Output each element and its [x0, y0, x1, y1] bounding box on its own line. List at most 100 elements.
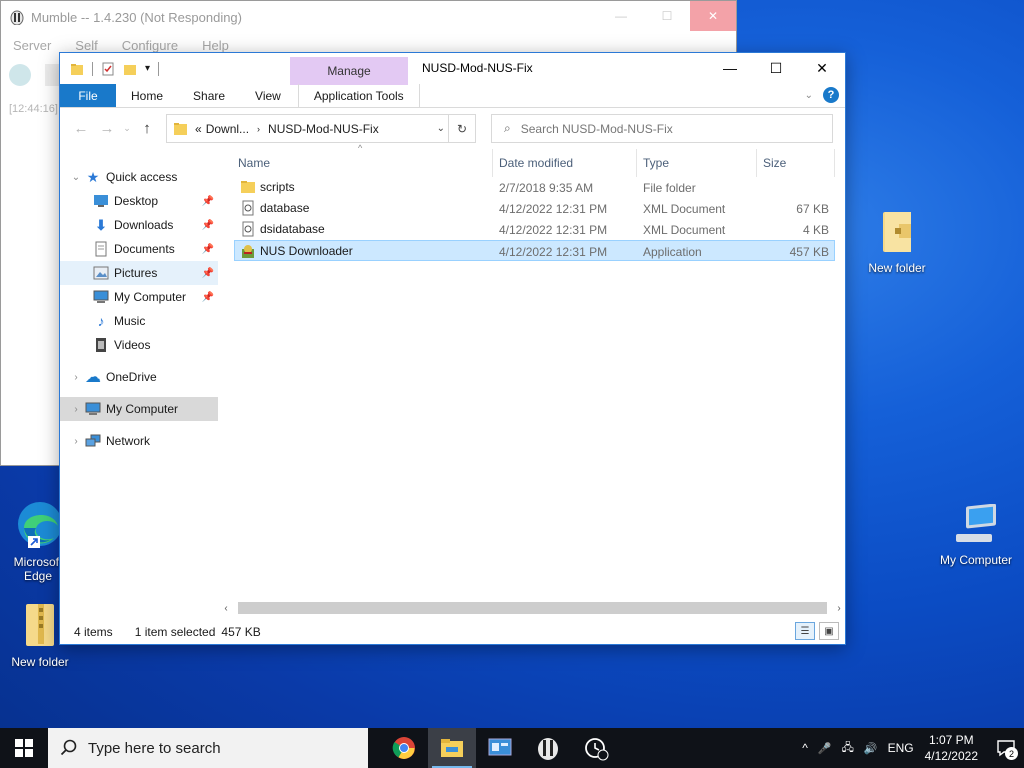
nav-documents[interactable]: Documents 📌	[60, 237, 218, 261]
close-button[interactable]: ✕	[690, 1, 736, 31]
expand-chevron-icon[interactable]: ›	[68, 372, 84, 383]
tab-share[interactable]: Share	[178, 84, 240, 107]
horizontal-scrollbar[interactable]: ‹ ›	[220, 600, 845, 616]
menu-server[interactable]: Server	[1, 38, 63, 53]
scroll-right-icon[interactable]: ›	[833, 603, 845, 614]
clock[interactable]: 1:07 PM 4/12/2022	[925, 732, 978, 764]
taskbar-file-explorer[interactable]	[428, 728, 476, 768]
taskbar-search[interactable]: Type here to search	[48, 728, 368, 768]
taskbar-alarms-clock[interactable]	[572, 728, 620, 768]
forward-icon[interactable]: →	[94, 120, 120, 137]
desktop-icon-my-computer[interactable]: My Computer	[936, 503, 1016, 567]
taskbar-apps	[380, 728, 620, 768]
language-indicator[interactable]: ENG	[888, 741, 914, 755]
nav-downloads[interactable]: ⬇ Downloads 📌	[60, 213, 218, 237]
nav-my-computer[interactable]: My Computer 📌	[60, 285, 218, 309]
tab-home[interactable]: Home	[116, 84, 178, 107]
address-bar[interactable]: « Downl... › NUSD-Mod-NUS-Fix ⌄ ↻	[166, 114, 476, 143]
taskbar-search-placeholder: Type here to search	[88, 739, 221, 757]
nav-quick-access[interactable]: ⌄ ★ Quick access	[60, 165, 218, 189]
desktop-icon-new-folder-right[interactable]: New folder	[857, 208, 937, 275]
window-title: NUSD-Mod-NUS-Fix	[422, 61, 533, 75]
menu-help[interactable]: Help	[190, 38, 241, 53]
nav-videos[interactable]: Videos	[60, 333, 218, 357]
tab-view[interactable]: View	[240, 84, 296, 107]
explorer-window[interactable]: ▾ Manage NUSD-Mod-NUS-Fix — ☐ ✕ File Hom…	[59, 52, 846, 645]
file-row[interactable]: scripts 2/7/2018 9:35 AM File folder	[234, 177, 835, 198]
back-icon[interactable]: ←	[68, 120, 94, 137]
desktop-icon-label: New folder	[868, 261, 926, 275]
connect-icon[interactable]	[9, 64, 31, 86]
xml-document-icon	[242, 221, 254, 237]
file-row[interactable]: dsidatabase 4/12/2022 12:31 PM XML Docum…	[234, 219, 835, 240]
chrome-icon	[392, 737, 415, 759]
details-view-icon[interactable]: ☰	[795, 622, 815, 640]
nav-pictures[interactable]: Pictures 📌	[60, 261, 218, 285]
nav-label: Quick access	[106, 170, 178, 184]
breadcrumb-current[interactable]: NUSD-Mod-NUS-Fix	[268, 122, 379, 136]
new-folder-icon[interactable]	[123, 62, 137, 76]
file-name: dsidatabase	[260, 222, 325, 236]
column-type[interactable]: Type	[643, 156, 669, 170]
volume-icon[interactable]: 🔊	[864, 742, 878, 755]
refresh-icon[interactable]: ↻	[448, 115, 475, 142]
recent-locations-icon[interactable]: ⌄	[120, 123, 134, 134]
folder-zip-icon	[883, 212, 911, 252]
up-icon[interactable]: ↑	[134, 120, 160, 137]
microphone-icon[interactable]: 🎤	[818, 742, 832, 755]
show-hidden-icons-icon[interactable]: ^	[802, 741, 808, 755]
manage-context-tab[interactable]: Manage	[290, 57, 408, 85]
taskbar-chrome[interactable]	[380, 728, 428, 768]
address-dropdown-icon[interactable]: ⌄	[437, 123, 445, 134]
file-row-selected[interactable]: NUS Downloader 4/12/2022 12:31 PM Applic…	[234, 240, 835, 261]
pin-icon: 📌	[201, 219, 214, 231]
menu-configure[interactable]: Configure	[110, 38, 190, 53]
collapse-chevron-icon[interactable]: ⌄	[68, 172, 84, 183]
nav-network[interactable]: › Network	[60, 429, 218, 453]
mumble-icon	[538, 738, 558, 760]
properties-icon[interactable]	[101, 62, 115, 76]
desktop-icon-label: Microsoft Edge	[13, 555, 63, 583]
expand-chevron-icon[interactable]: ›	[68, 436, 84, 447]
menu-self[interactable]: Self	[63, 38, 109, 53]
nav-music[interactable]: ♪ Music	[60, 309, 218, 333]
document-icon	[92, 241, 110, 257]
network-tray-icon[interactable]: 🖧	[842, 739, 854, 758]
taskbar-control-panel[interactable]	[476, 728, 524, 768]
taskbar-mumble[interactable]	[524, 728, 572, 768]
action-center-button[interactable]: 2	[988, 728, 1024, 768]
breadcrumb-prefix[interactable]: «	[195, 122, 202, 136]
help-icon[interactable]: ?	[823, 87, 839, 103]
expand-ribbon-icon[interactable]: ⌄	[805, 90, 813, 101]
nav-label: OneDrive	[106, 370, 157, 384]
customize-qat-icon[interactable]: ▾	[145, 63, 150, 74]
start-button[interactable]	[0, 728, 48, 768]
column-date-modified[interactable]: Date modified	[499, 156, 573, 170]
column-name[interactable]: Name	[238, 156, 270, 170]
scroll-left-icon[interactable]: ‹	[220, 603, 232, 614]
scrollbar-thumb[interactable]	[238, 602, 827, 614]
nav-desktop[interactable]: Desktop 📌	[60, 189, 218, 213]
explorer-titlebar[interactable]: ▾ Manage NUSD-Mod-NUS-Fix — ☐ ✕	[60, 53, 845, 85]
column-size[interactable]: Size	[763, 156, 786, 170]
minimize-button[interactable]: —	[707, 53, 753, 83]
minimize-button[interactable]: —	[598, 1, 644, 31]
alarm-clock-icon	[585, 738, 609, 761]
search-box[interactable]: ⌕ Search NUSD-Mod-NUS-Fix	[491, 114, 833, 143]
nav-my-computer-root[interactable]: › My Computer	[60, 397, 218, 421]
file-type: Application	[643, 245, 702, 259]
tab-application-tools[interactable]: Application Tools	[297, 84, 420, 107]
file-type: File folder	[643, 181, 696, 195]
nav-onedrive[interactable]: › ☁ OneDrive	[60, 365, 218, 389]
maximize-button[interactable]: ☐	[644, 1, 690, 31]
selection-count: 1 item selected	[134, 625, 216, 639]
close-button[interactable]: ✕	[799, 53, 845, 83]
expand-chevron-icon[interactable]: ›	[68, 404, 84, 415]
maximize-button[interactable]: ☐	[753, 53, 799, 83]
breadcrumb-parent[interactable]: Downl...	[206, 122, 249, 136]
file-row[interactable]: database 4/12/2022 12:31 PM XML Document…	[234, 198, 835, 219]
toolbar-icon[interactable]	[45, 64, 59, 86]
tab-file[interactable]: File	[60, 84, 116, 107]
large-icons-view-icon[interactable]: ▣	[819, 622, 839, 640]
file-size: 4 KB	[802, 223, 829, 237]
